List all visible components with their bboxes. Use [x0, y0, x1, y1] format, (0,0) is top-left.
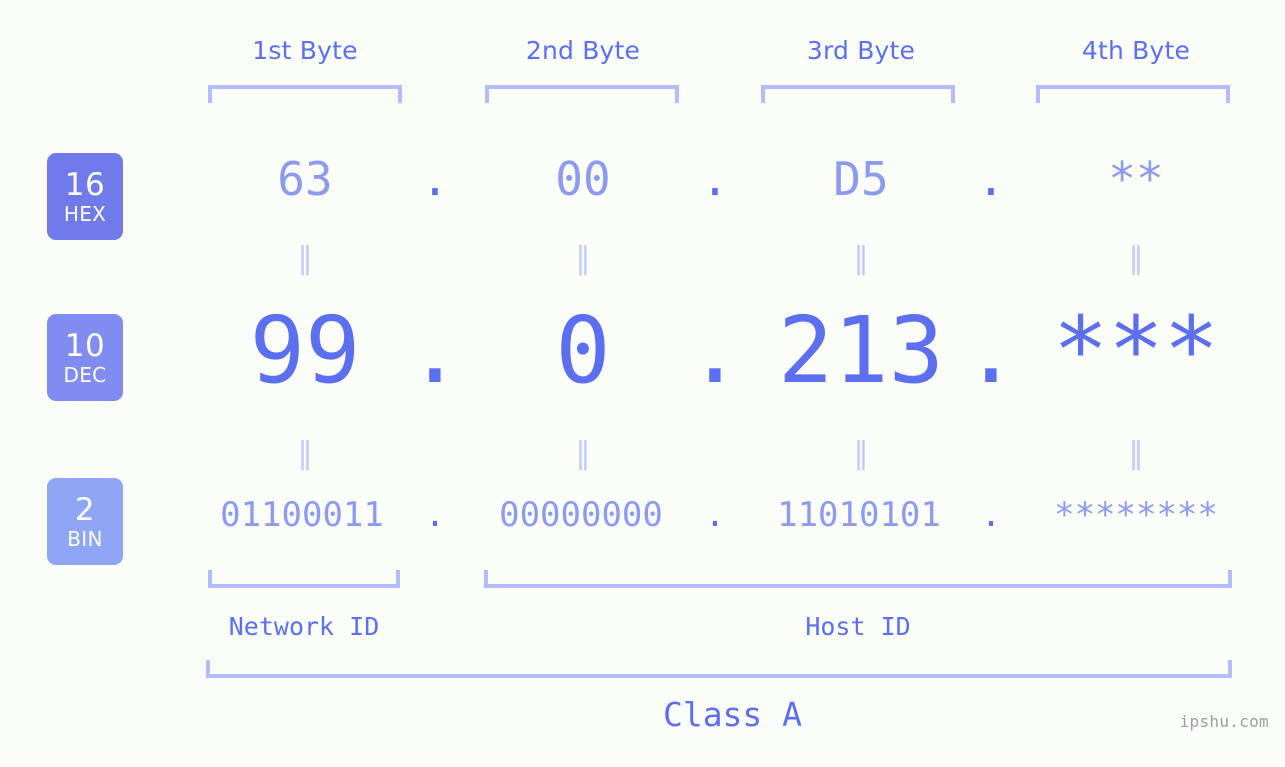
byte-header-1: 1st Byte: [252, 36, 358, 65]
network-id-bracket: [208, 570, 400, 588]
base-badge-hex-abbr: HEX: [63, 201, 107, 226]
base-badge-bin-abbr: BIN: [67, 526, 103, 551]
base-badge-dec-abbr: DEC: [63, 362, 107, 387]
dec-dot-1: .: [407, 297, 463, 404]
dec-value-byte-4: ***: [1052, 297, 1220, 404]
byte-bracket-1: [208, 85, 402, 103]
base-badge-bin-number: 2: [74, 491, 96, 528]
byte-header-4: 4th Byte: [1081, 36, 1191, 65]
hex-dot-3: .: [977, 152, 1005, 206]
dec-dot-2: .: [687, 297, 743, 404]
dec-dot-3: .: [963, 297, 1019, 404]
host-id-bracket: [484, 570, 1232, 588]
base-badge-dec-number: 10: [64, 327, 106, 364]
host-id-label: Host ID: [805, 612, 911, 641]
dec-value-byte-1: 99: [249, 297, 361, 404]
dec-value-byte-3: 213: [777, 297, 945, 404]
equals-connector-byte-1-upper: ‖: [297, 241, 313, 276]
byte-header-2: 2nd Byte: [525, 36, 641, 65]
bin-dot-3: .: [980, 495, 1002, 535]
hex-dot-1: .: [421, 152, 449, 206]
equals-connector-byte-4-upper: ‖: [1128, 241, 1144, 276]
base-badge-hex-number: 16: [64, 166, 106, 203]
ip-address-breakdown-diagram: 1st Byte 2nd Byte 3rd Byte 4th Byte 16 H…: [0, 0, 1285, 767]
bin-dot-1: .: [424, 495, 446, 535]
byte-bracket-3: [761, 85, 955, 103]
equals-connector-byte-1-lower: ‖: [297, 436, 313, 471]
class-bracket: [206, 660, 1232, 678]
site-watermark: ipshu.com: [1179, 712, 1269, 731]
equals-connector-byte-4-lower: ‖: [1128, 436, 1144, 471]
dec-value-byte-2: 0: [555, 297, 611, 404]
equals-connector-byte-3-upper: ‖: [853, 241, 869, 276]
byte-bracket-4: [1036, 85, 1230, 103]
hex-value-byte-2: 00: [555, 152, 611, 206]
bin-value-byte-3: 11010101: [777, 495, 941, 535]
byte-header-3: 3rd Byte: [806, 36, 916, 65]
bin-dot-2: .: [704, 495, 726, 535]
equals-connector-byte-3-lower: ‖: [853, 436, 869, 471]
equals-connector-byte-2-lower: ‖: [575, 436, 591, 471]
hex-value-byte-3: D5: [833, 152, 889, 206]
byte-bracket-2: [485, 85, 679, 103]
base-badge-dec: 10 DEC: [47, 314, 123, 401]
base-badge-hex: 16 HEX: [47, 153, 123, 240]
network-id-label: Network ID: [228, 612, 380, 641]
hex-value-byte-4: **: [1108, 152, 1164, 206]
hex-value-byte-1: 63: [277, 152, 333, 206]
bin-value-byte-2: 00000000: [499, 495, 663, 535]
hex-dot-2: .: [701, 152, 729, 206]
bin-value-byte-4: ********: [1054, 495, 1218, 535]
class-label: Class A: [662, 695, 803, 734]
bin-value-byte-1: 01100011: [220, 495, 384, 535]
base-badge-bin: 2 BIN: [47, 478, 123, 565]
equals-connector-byte-2-upper: ‖: [575, 241, 591, 276]
